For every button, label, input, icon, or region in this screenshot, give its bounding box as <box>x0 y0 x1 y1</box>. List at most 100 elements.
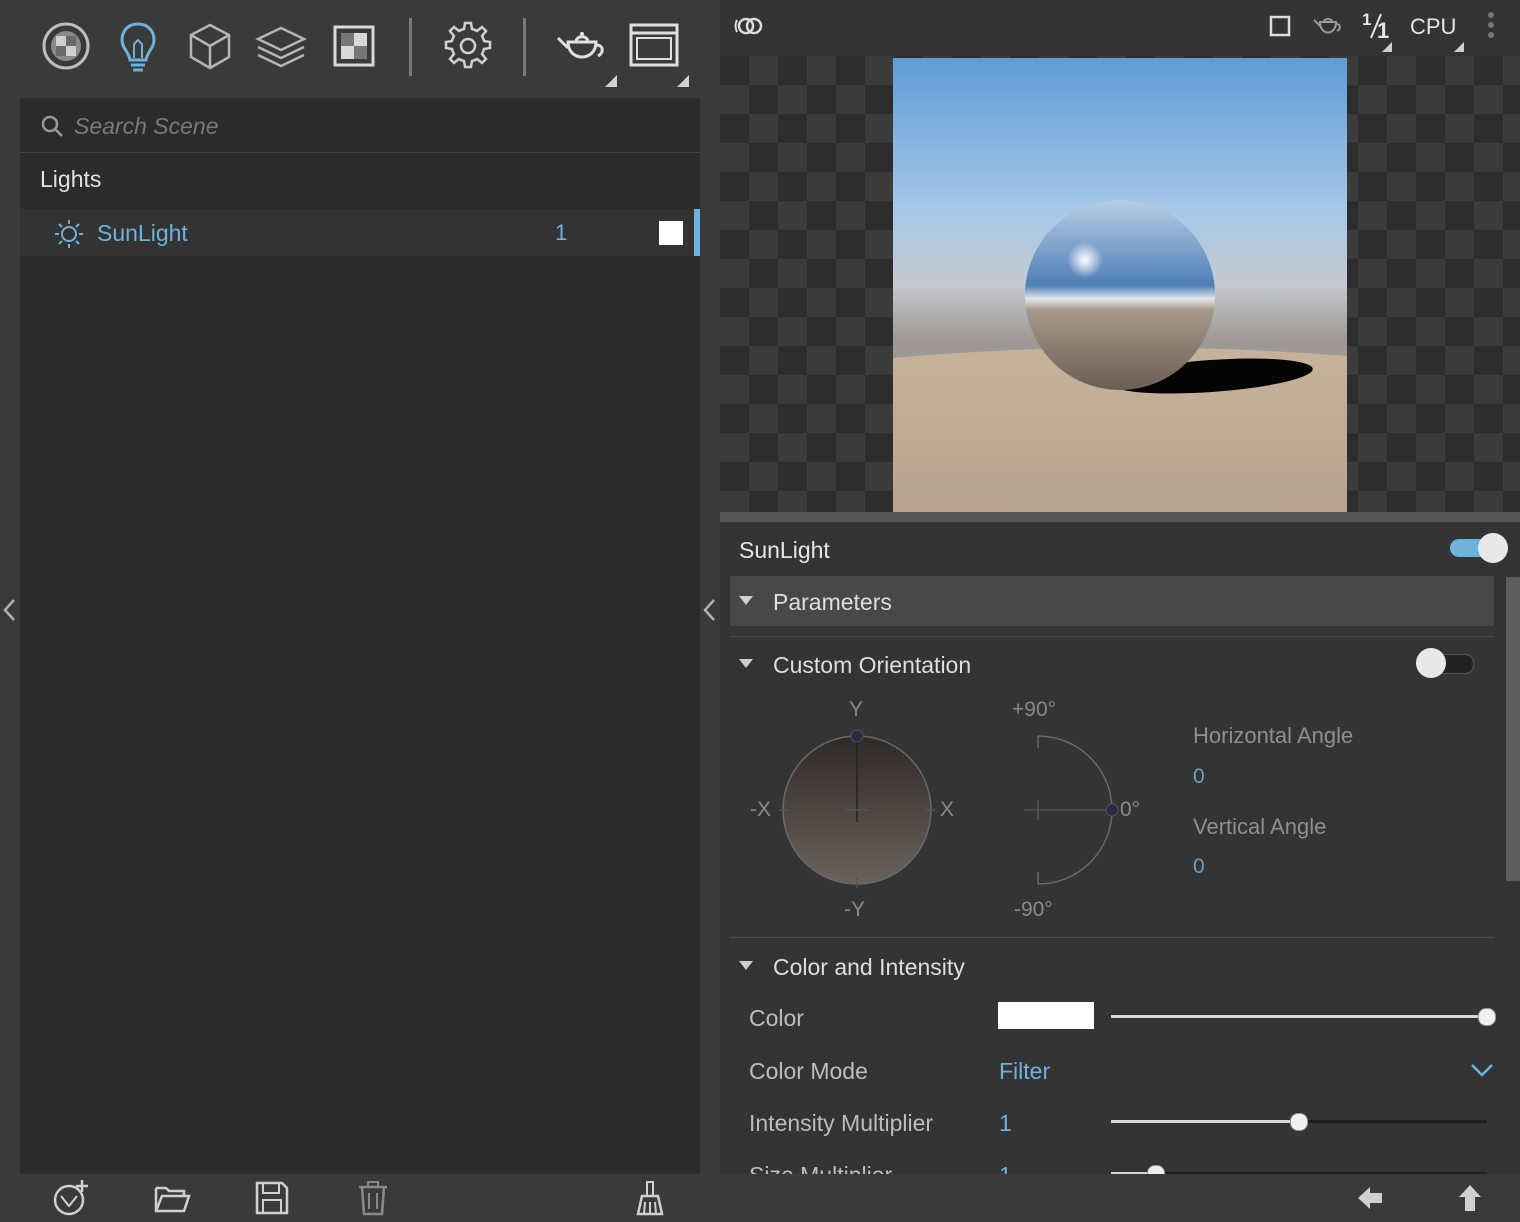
teapot-icon <box>1313 18 1341 34</box>
arrow-left-icon <box>1358 1187 1382 1209</box>
elevation-label-top: +90° <box>1012 698 1057 721</box>
custom-orientation-toggle[interactable] <box>1416 648 1476 678</box>
window-icon[interactable] <box>626 18 682 74</box>
collapse-left-panel-button[interactable] <box>0 592 20 628</box>
elevation-widget[interactable]: +90° 0° -90° <box>1010 698 1160 928</box>
orientation-disc <box>779 729 935 888</box>
folder-open-icon <box>154 1186 191 1213</box>
save-button[interactable] <box>252 1178 292 1218</box>
region-button[interactable] <box>1268 14 1292 38</box>
materials-icon[interactable] <box>38 18 94 74</box>
chevron-down-icon[interactable] <box>1470 1062 1494 1078</box>
selection-indicator <box>694 209 700 256</box>
save-icon <box>255 1181 289 1215</box>
properties-scrollbar[interactable] <box>1503 577 1520 881</box>
viewport-toolbar: 1 1 CPU <box>720 0 1520 56</box>
toolbar-separator <box>409 18 412 76</box>
color-slider-fill <box>1111 1015 1487 1018</box>
parameters-section-header[interactable]: Parameters <box>730 576 1494 626</box>
delete-button[interactable] <box>353 1178 393 1218</box>
backplate-icon[interactable] <box>326 18 382 74</box>
objects-icon[interactable] <box>182 18 238 74</box>
add-scene-button[interactable] <box>51 1178 91 1218</box>
intensity-slider-handle[interactable] <box>1290 1113 1308 1131</box>
tree-item-count: 1 <box>555 220 568 245</box>
add-scene-icon <box>53 1180 88 1216</box>
parameters-label: Parameters <box>773 589 892 615</box>
render-image <box>893 58 1347 512</box>
light-enabled-toggle[interactable] <box>1448 533 1508 563</box>
intensity-value[interactable]: 1 <box>999 1110 1012 1137</box>
custom-orientation-section-header[interactable]: Custom Orientation <box>730 639 1494 689</box>
ratio-menu-indicator[interactable] <box>1382 42 1392 52</box>
size-label: Size Multiplier <box>749 1162 892 1174</box>
square-icon <box>1269 15 1291 37</box>
collapse-properties-button[interactable] <box>700 592 720 628</box>
intensity-slider-fill <box>1111 1120 1299 1123</box>
device-menu-indicator[interactable] <box>1454 42 1464 52</box>
light-color-swatch[interactable] <box>659 221 683 245</box>
device-label[interactable]: CPU <box>1410 14 1456 40</box>
horizontal-angle-label: Horizontal Angle <box>1193 723 1354 748</box>
trash-icon <box>359 1181 387 1216</box>
render-viewport[interactable] <box>720 56 1520 512</box>
search-icon <box>41 115 63 137</box>
search-box <box>20 98 700 153</box>
sun-icon <box>55 220 83 248</box>
more-vertical-icon <box>1488 12 1494 38</box>
color-mode-label: Color Mode <box>749 1058 868 1084</box>
custom-orientation-label: Custom Orientation <box>773 652 972 678</box>
scene-bottom-toolbar <box>0 1174 720 1222</box>
resolution-ratio-button[interactable]: 1 1 <box>1360 8 1396 44</box>
lights-section-title: Lights <box>40 166 102 192</box>
chevron-left-icon <box>703 599 715 621</box>
settings-icon[interactable] <box>440 18 496 74</box>
scene-tree-panel: Lights SunLight 1 <box>20 98 700 1174</box>
window-menu-indicator[interactable] <box>677 75 689 87</box>
back-button[interactable] <box>1352 1182 1388 1214</box>
open-folder-button[interactable] <box>152 1178 192 1218</box>
axis-label-neg-y: -Y <box>844 898 865 921</box>
properties-panel: SunLight Parameters Custom Orientation Y… <box>720 522 1520 1174</box>
teapot-icon[interactable] <box>554 18 610 74</box>
arrow-up-icon <box>1459 1185 1481 1211</box>
vertical-angle-value[interactable]: 0 <box>1193 855 1205 879</box>
chevron-left-icon <box>3 599 15 621</box>
tree-item-label: SunLight <box>97 220 188 246</box>
axis-label-y: Y <box>849 698 864 721</box>
elevation-label-bottom: -90° <box>1014 898 1053 921</box>
viewport-splitter[interactable] <box>720 512 1520 522</box>
color-intensity-section-header[interactable]: Color and Intensity <box>730 941 1494 991</box>
color-slider-handle[interactable] <box>1478 1008 1496 1026</box>
connection-button[interactable] <box>732 10 768 44</box>
size-value[interactable]: 1 <box>999 1162 1012 1174</box>
teapot-menu-indicator[interactable] <box>605 75 617 87</box>
intensity-label: Intensity Multiplier <box>749 1110 934 1136</box>
layers-icon[interactable] <box>253 18 309 74</box>
up-button[interactable] <box>1452 1182 1488 1214</box>
top-toolbar <box>0 0 720 96</box>
light-title: SunLight <box>739 537 830 563</box>
horizontal-angle-value[interactable]: 0 <box>1193 765 1205 789</box>
more-options-button[interactable] <box>1486 10 1496 42</box>
toolbar-separator <box>523 18 526 76</box>
scrollbar-thumb[interactable] <box>1506 577 1520 881</box>
size-slider-handle[interactable] <box>1147 1165 1165 1174</box>
color-swatch[interactable] <box>998 1002 1094 1029</box>
elevation-arc <box>1024 735 1119 885</box>
axis-label-neg-x: -X <box>750 798 771 821</box>
properties-bottom-bar <box>720 1174 1520 1222</box>
link-icon <box>734 17 763 35</box>
orientation-widget[interactable]: Y -X X -Y <box>750 698 970 928</box>
cleanup-button[interactable] <box>630 1178 670 1218</box>
tree-item-sunlight[interactable]: SunLight 1 <box>20 209 700 256</box>
ratio-denominator: 1 <box>1377 18 1390 43</box>
color-mode-select[interactable]: Filter <box>999 1058 1050 1085</box>
color-label: Color <box>749 1005 804 1031</box>
color-intensity-label: Color and Intensity <box>773 954 965 980</box>
lights-icon[interactable] <box>110 18 166 74</box>
search-input[interactable] <box>72 108 676 144</box>
render-teapot-button[interactable] <box>1312 12 1344 40</box>
vertical-angle-label: Vertical Angle <box>1193 814 1327 839</box>
broom-icon <box>636 1181 664 1216</box>
